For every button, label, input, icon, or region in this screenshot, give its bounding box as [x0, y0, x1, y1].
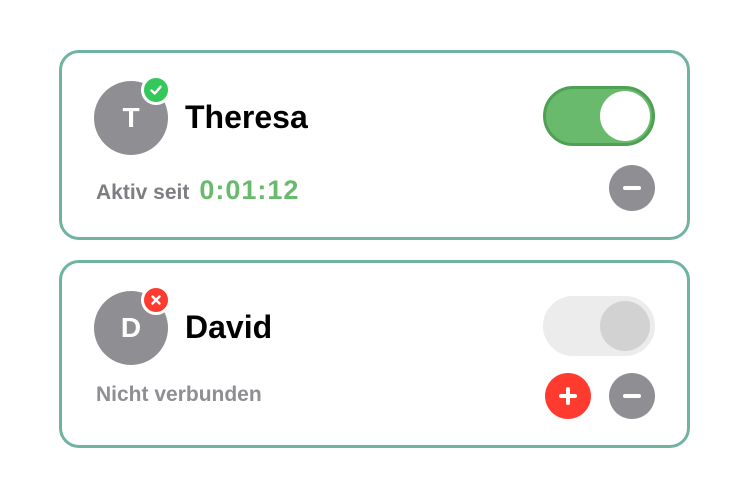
connection-card-david: D David Nicht verbunden: [59, 260, 690, 448]
avatar-initial: T: [122, 102, 140, 133]
plus-icon: [559, 387, 577, 405]
checkmark-icon: [150, 85, 162, 95]
status-label: Aktiv seit: [96, 181, 190, 204]
active-timer: 0:01:12: [199, 175, 300, 205]
connection-toggle[interactable]: [543, 86, 655, 146]
status-badge: [141, 285, 171, 315]
contact-name: David: [185, 309, 273, 345]
status-label: Nicht verbunden: [96, 383, 262, 406]
contact-name: Theresa: [185, 99, 308, 135]
minus-icon: [623, 394, 641, 398]
add-button[interactable]: [545, 373, 591, 419]
remove-button[interactable]: [609, 373, 655, 419]
remove-button[interactable]: [609, 165, 655, 211]
toggle-knob: [600, 301, 650, 351]
avatar-initial: D: [120, 312, 142, 343]
avatar[interactable]: D: [94, 285, 171, 365]
avatar[interactable]: T: [94, 75, 171, 155]
connection-toggle[interactable]: [543, 296, 655, 356]
status-badge: [141, 75, 171, 105]
status-row: Aktiv seit 0:01:12: [96, 175, 299, 206]
connection-card-theresa: T Theresa Aktiv seit 0:01:12: [59, 50, 690, 240]
minus-icon: [623, 186, 641, 190]
cross-icon: [151, 295, 161, 305]
connections-page: T Theresa Aktiv seit 0:01:12 D David Nic…: [0, 0, 750, 500]
toggle-knob: [600, 91, 650, 141]
